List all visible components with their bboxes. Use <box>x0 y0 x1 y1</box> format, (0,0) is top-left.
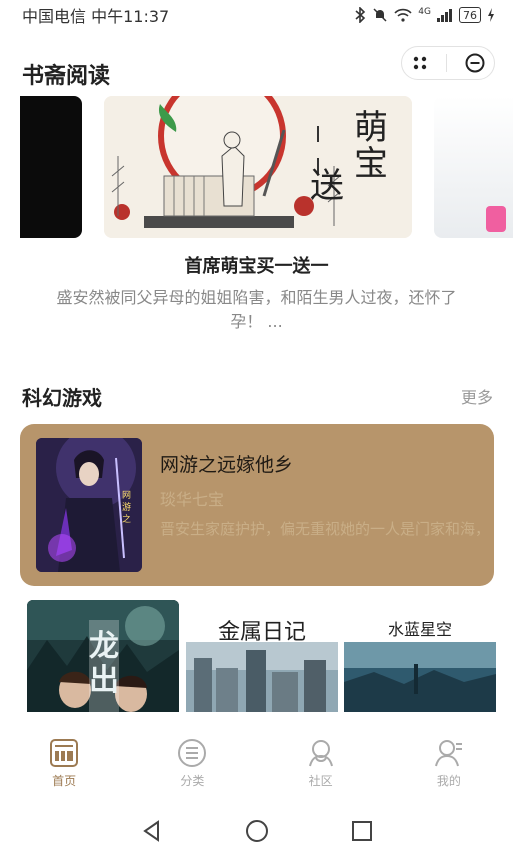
tab-home[interactable]: 首页 <box>0 734 128 804</box>
book-cover-3[interactable]: 水蓝星空 <box>344 600 496 712</box>
banner-prev-cover[interactable] <box>20 96 82 238</box>
battery-indicator: 76 <box>459 7 481 23</box>
bottom-tab-bar: 首页 分类 社区 我的 <box>0 734 513 804</box>
more-dots-icon[interactable] <box>410 53 430 73</box>
banner-next-accent <box>486 206 506 232</box>
svg-text:之: 之 <box>122 513 131 525</box>
banner-book-title[interactable]: 首席萌宝买一送一 <box>0 252 513 278</box>
featured-cover-art: 网 游 之 <box>36 438 142 572</box>
app-title: 书斋阅读 <box>22 64 111 89</box>
header: 书斋阅读 <box>0 40 513 90</box>
home-book-icon <box>50 739 79 767</box>
section-header: 科幻游戏 更多 <box>0 378 513 410</box>
carrier-time: 中国电信 中午11:37 <box>22 7 170 26</box>
system-navigation-bar <box>0 806 513 856</box>
book-cover-1[interactable]: 龙出 <box>27 600 179 712</box>
banner-next-cover[interactable] <box>434 96 513 238</box>
tab-profile[interactable]: 我的 <box>385 734 513 804</box>
category-list-icon <box>178 739 207 767</box>
charging-icon <box>488 8 494 22</box>
banner-book-description: 盛安然被同父异母的姐姐陷害，和陌生男人过夜，还怀了孕！ ... <box>56 288 457 331</box>
featured-book-title: 网游之远嫁他乡 <box>160 454 294 476</box>
recent-apps-square-icon[interactable] <box>350 819 374 843</box>
tab-home-label: 首页 <box>52 774 77 788</box>
tab-community-label: 社区 <box>308 774 333 788</box>
featured-book-card[interactable]: 网 游 之 网游之远嫁他乡 琰华七宝 晋安生家庭护护，偏无重视她的一人是门家和海… <box>20 424 494 586</box>
banner-carousel[interactable]: 萌宝 送 <box>0 96 513 238</box>
book-cover-2[interactable]: 金属日记 <box>186 600 338 712</box>
status-icons: 4G 76 <box>354 7 495 23</box>
user-profile-icon <box>434 740 462 767</box>
capsule-divider <box>446 54 448 72</box>
network-type: 4G <box>418 7 431 17</box>
cover-3-title: 水蓝星空 <box>387 620 452 639</box>
community-icon <box>308 740 333 767</box>
svg-text:游: 游 <box>122 501 131 513</box>
signal-icon <box>437 9 452 22</box>
close-circle-icon[interactable] <box>464 52 486 74</box>
cover-2-art <box>186 642 338 712</box>
cover-1-title: 龙出 <box>89 629 119 698</box>
tab-category-label: 分类 <box>180 774 205 788</box>
more-link[interactable]: 更多 <box>461 384 493 408</box>
tab-profile-label: 我的 <box>436 774 461 788</box>
tab-category[interactable]: 分类 <box>128 734 256 804</box>
mini-program-capsule <box>401 46 495 80</box>
mute-bell-icon <box>373 8 387 22</box>
book-cover-row: 龙出 金属日记 水蓝星空 <box>0 600 513 712</box>
banner-main-cover[interactable]: 萌宝 送 <box>104 96 412 238</box>
cover-3-art <box>344 642 496 712</box>
banner-cover-title-a: 萌宝 <box>354 108 388 184</box>
banner-cover-title-b: 送 <box>310 166 344 206</box>
bluetooth-icon <box>355 7 366 23</box>
featured-book-cover[interactable]: 网 游 之 <box>36 438 142 572</box>
wifi-icon <box>394 8 412 22</box>
tab-community[interactable]: 社区 <box>257 734 385 804</box>
featured-book-description: 晋安生家庭护护，偏无重视她的一人是门家和海，却刷网游龙王... <box>160 520 480 538</box>
home-circle-icon[interactable] <box>244 818 270 844</box>
section-title: 科幻游戏 <box>22 386 102 410</box>
status-bar: 中国电信 中午11:37 4G 76 <box>0 0 513 30</box>
svg-text:网: 网 <box>122 490 131 501</box>
featured-book-author: 琰华七宝 <box>160 490 225 509</box>
back-triangle-icon[interactable] <box>140 819 164 843</box>
battery-level: 76 <box>463 8 477 22</box>
